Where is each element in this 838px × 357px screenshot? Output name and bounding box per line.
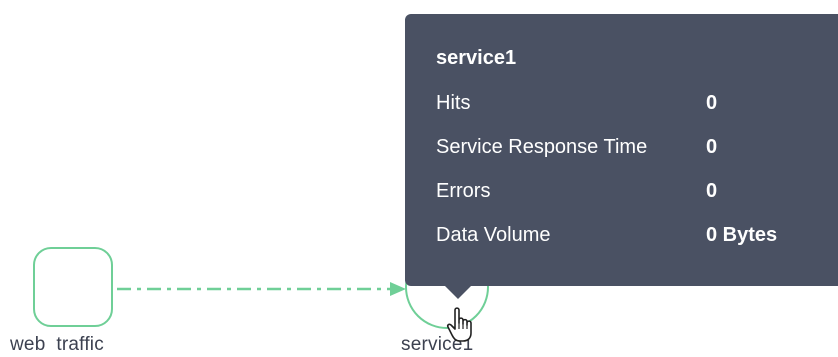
topology-canvas: web traffic service1 service1 Hits 0 Ser…: [0, 0, 838, 357]
metric-value: 0: [706, 92, 718, 114]
edge-arrowhead: [390, 282, 406, 296]
service-tooltip: service1 Hits 0 Service Response Time 0 …: [405, 14, 838, 286]
metric-row-errors: Errors 0: [436, 176, 838, 220]
metric-label: Hits: [436, 92, 471, 114]
metric-label: Service Response Time: [436, 136, 648, 158]
metric-row-hits: Hits 0: [436, 88, 838, 132]
hand-pointer-icon: [446, 307, 472, 342]
metric-row-response-time: Service Response Time 0: [436, 132, 838, 176]
metric-value: 0: [706, 180, 718, 202]
metric-value: 0: [706, 136, 718, 158]
metric-value: 0 Bytes: [706, 224, 778, 246]
metric-label: Data Volume: [436, 224, 551, 246]
tooltip-title: service1: [436, 47, 517, 69]
node-label-web-traffic: web traffic: [10, 334, 104, 355]
metric-label: Errors: [436, 180, 491, 202]
metric-row-data-volume: Data Volume 0 Bytes: [436, 220, 838, 264]
tooltip-caret: [444, 285, 472, 299]
node-web-traffic[interactable]: [33, 247, 113, 327]
